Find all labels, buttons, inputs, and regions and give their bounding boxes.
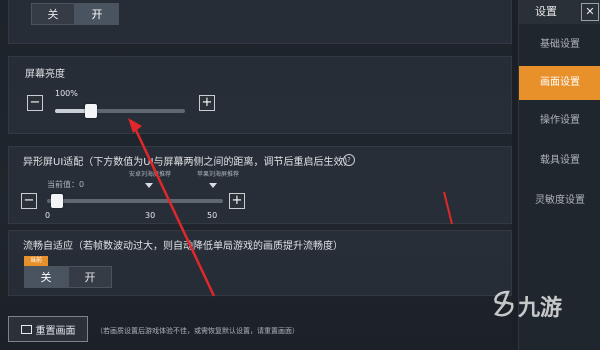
ui-adapt-tick-50: 50 <box>207 211 218 220</box>
ui-adapt-marker-android: 安卓刘海屏推荐 <box>129 171 172 178</box>
sidebar-header: 设置 ✕ <box>519 0 600 24</box>
top-toggle-on[interactable]: 开 <box>75 3 119 25</box>
brightness-minus-button[interactable]: − <box>27 95 43 111</box>
reset-note: （若画质设置后游戏体验不佳，或需恢复默认设置，请重置画面） <box>96 327 299 335</box>
reset-screen-button[interactable]: 重置画面 <box>8 316 88 342</box>
current-badge: 当前 <box>24 256 49 266</box>
smooth-toggle-off[interactable]: 关 <box>24 266 68 288</box>
smooth-toggle-group: 关 开 <box>24 266 112 288</box>
ui-adapt-plus-button[interactable]: + <box>229 193 245 209</box>
settings-main-area: 关 开 屏幕亮度 100% − + 异形屏UI适配（下方数值为UI与屏幕两侧之间… <box>0 0 512 350</box>
ui-adapt-current: 当前值：0 <box>47 180 85 189</box>
smooth-toggle-on[interactable]: 开 <box>68 266 112 288</box>
sidebar-item-basic[interactable]: 基础设置 <box>519 30 600 60</box>
help-icon[interactable]: ? <box>343 154 355 166</box>
ui-adapt-minus-button[interactable]: − <box>21 193 37 209</box>
brightness-panel: 屏幕亮度 100% − + <box>8 56 512 134</box>
reset-button-label: 重置画面 <box>35 325 76 337</box>
sidebar-item-sensitivity[interactable]: 灵敏度设置 <box>519 186 600 216</box>
ui-adapt-tick-0: 0 <box>45 211 51 220</box>
top-toggle-panel: 关 开 <box>8 0 512 44</box>
brightness-slider-thumb[interactable] <box>85 104 98 118</box>
top-toggle-off[interactable]: 关 <box>31 3 75 25</box>
sidebar-item-vehicle[interactable]: 载具设置 <box>519 146 600 176</box>
ui-adapt-slider[interactable] <box>47 194 223 208</box>
ui-adapt-label: 异形屏UI适配（下方数值为UI与屏幕两侧之间的距离，调节后重启后生效） <box>23 157 354 168</box>
sidebar-item-controls[interactable]: 操作设置 <box>519 106 600 136</box>
marker-apple-caret <box>209 183 217 188</box>
brightness-plus-button[interactable]: + <box>199 95 215 111</box>
brightness-value: 100% <box>55 89 78 98</box>
brightness-label: 屏幕亮度 <box>25 69 65 80</box>
top-toggle-group: 关 开 <box>31 3 119 25</box>
close-icon[interactable]: ✕ <box>581 3 599 21</box>
ui-adapt-slider-thumb[interactable] <box>51 194 63 208</box>
smooth-adapt-label: 流畅自适应（若帧数波动过大，则自动降低单局游戏的画质提升流畅度） <box>23 241 343 252</box>
watermark-text: 九游 <box>518 296 563 321</box>
brightness-slider[interactable] <box>55 104 185 118</box>
sidebar-item-graphics[interactable]: 画面设置 <box>519 66 600 100</box>
jiuyou-logo-icon <box>494 290 514 317</box>
ui-adapt-tick-30: 30 <box>145 211 156 220</box>
ui-adapt-marker-apple: 苹果刘海屏推荐 <box>197 171 240 178</box>
ui-adapt-panel: 异形屏UI适配（下方数值为UI与屏幕两侧之间的距离，调节后重启后生效） ? 当前… <box>8 146 512 224</box>
sidebar-title: 设置 <box>535 5 557 18</box>
marker-android-caret <box>145 183 153 188</box>
screen-icon <box>20 324 32 334</box>
